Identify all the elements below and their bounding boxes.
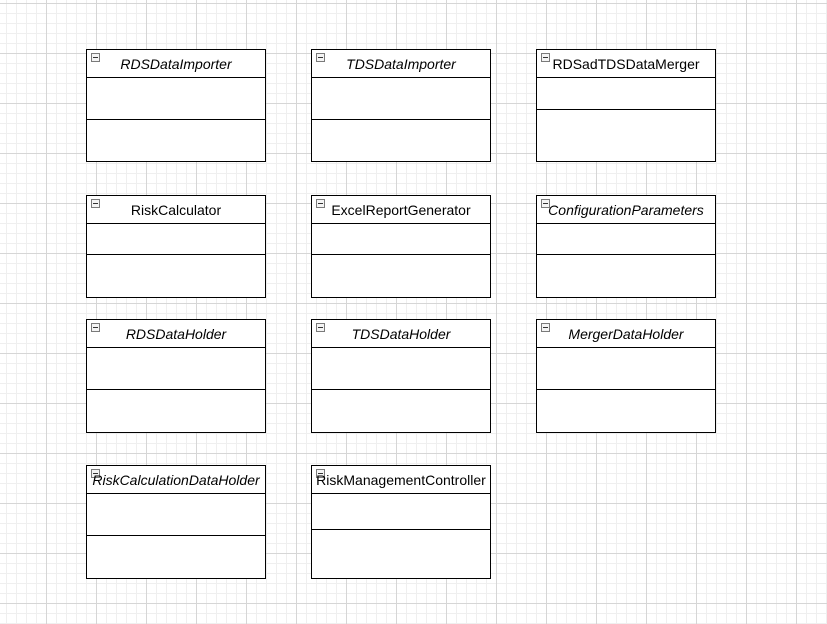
class-header[interactable]: RDSDataImporter xyxy=(87,50,265,78)
attributes-compartment[interactable] xyxy=(312,494,490,530)
class-name: RiskCalculator xyxy=(130,201,222,218)
class-header[interactable]: MergerDataHolder xyxy=(537,320,715,348)
class-rds-tds-data-merger[interactable]: RDSadTDSDataMerger xyxy=(536,49,716,162)
class-name: RiskManagementController xyxy=(316,471,486,488)
attributes-compartment[interactable] xyxy=(312,224,490,255)
class-risk-calculator[interactable]: RiskCalculator xyxy=(86,195,266,298)
class-header[interactable]: ExcelReportGenerator xyxy=(312,196,490,224)
attributes-compartment[interactable] xyxy=(87,494,265,536)
class-header[interactable]: RiskManagementController xyxy=(312,466,490,494)
class-name: ExcelReportGenerator xyxy=(331,201,471,218)
collapse-toggle-icon[interactable] xyxy=(541,323,550,332)
class-header[interactable]: RDSadTDSDataMerger xyxy=(537,50,715,78)
class-merger-data-holder[interactable]: MergerDataHolder xyxy=(536,319,716,433)
class-header[interactable]: RiskCalculationDataHolder xyxy=(87,466,265,494)
attributes-compartment[interactable] xyxy=(537,224,715,255)
class-name: ConfigurationParameters xyxy=(548,201,704,218)
collapse-toggle-icon[interactable] xyxy=(316,199,325,208)
class-name: MergerDataHolder xyxy=(568,325,684,342)
collapse-toggle-icon[interactable] xyxy=(316,323,325,332)
class-header[interactable]: TDSDataHolder xyxy=(312,320,490,348)
class-name: TDSDataHolder xyxy=(351,325,451,342)
class-name: RDSDataImporter xyxy=(120,55,232,72)
class-name: RiskCalculationDataHolder xyxy=(92,471,260,488)
class-rds-data-holder[interactable]: RDSDataHolder xyxy=(86,319,266,433)
class-name: TDSDataImporter xyxy=(346,55,456,72)
class-name: RDSDataHolder xyxy=(125,325,227,342)
class-name: RDSadTDSDataMerger xyxy=(552,55,700,72)
class-configuration-parameters[interactable]: ConfigurationParameters xyxy=(536,195,716,298)
attributes-compartment[interactable] xyxy=(312,78,490,120)
class-rds-data-importer[interactable]: RDSDataImporter xyxy=(86,49,266,162)
diagram-canvas[interactable]: { "diagram": { "classes": [ { "name": "R… xyxy=(0,0,827,624)
attributes-compartment[interactable] xyxy=(312,348,490,390)
class-tds-data-holder[interactable]: TDSDataHolder xyxy=(311,319,491,433)
class-tds-data-importer[interactable]: TDSDataImporter xyxy=(311,49,491,162)
attributes-compartment[interactable] xyxy=(87,224,265,255)
collapse-toggle-icon[interactable] xyxy=(91,53,100,62)
collapse-toggle-icon[interactable] xyxy=(91,323,100,332)
attributes-compartment[interactable] xyxy=(87,348,265,390)
collapse-toggle-icon[interactable] xyxy=(91,199,100,208)
collapse-toggle-icon[interactable] xyxy=(541,53,550,62)
collapse-toggle-icon[interactable] xyxy=(316,53,325,62)
class-header[interactable]: RDSDataHolder xyxy=(87,320,265,348)
class-risk-calculation-data-holder[interactable]: RiskCalculationDataHolder xyxy=(86,465,266,579)
attributes-compartment[interactable] xyxy=(537,78,715,110)
attributes-compartment[interactable] xyxy=(87,78,265,120)
class-header[interactable]: RiskCalculator xyxy=(87,196,265,224)
attributes-compartment[interactable] xyxy=(537,348,715,390)
class-header[interactable]: ConfigurationParameters xyxy=(537,196,715,224)
class-excel-report-generator[interactable]: ExcelReportGenerator xyxy=(311,195,491,298)
class-header[interactable]: TDSDataImporter xyxy=(312,50,490,78)
class-risk-management-controller[interactable]: RiskManagementController xyxy=(311,465,491,579)
